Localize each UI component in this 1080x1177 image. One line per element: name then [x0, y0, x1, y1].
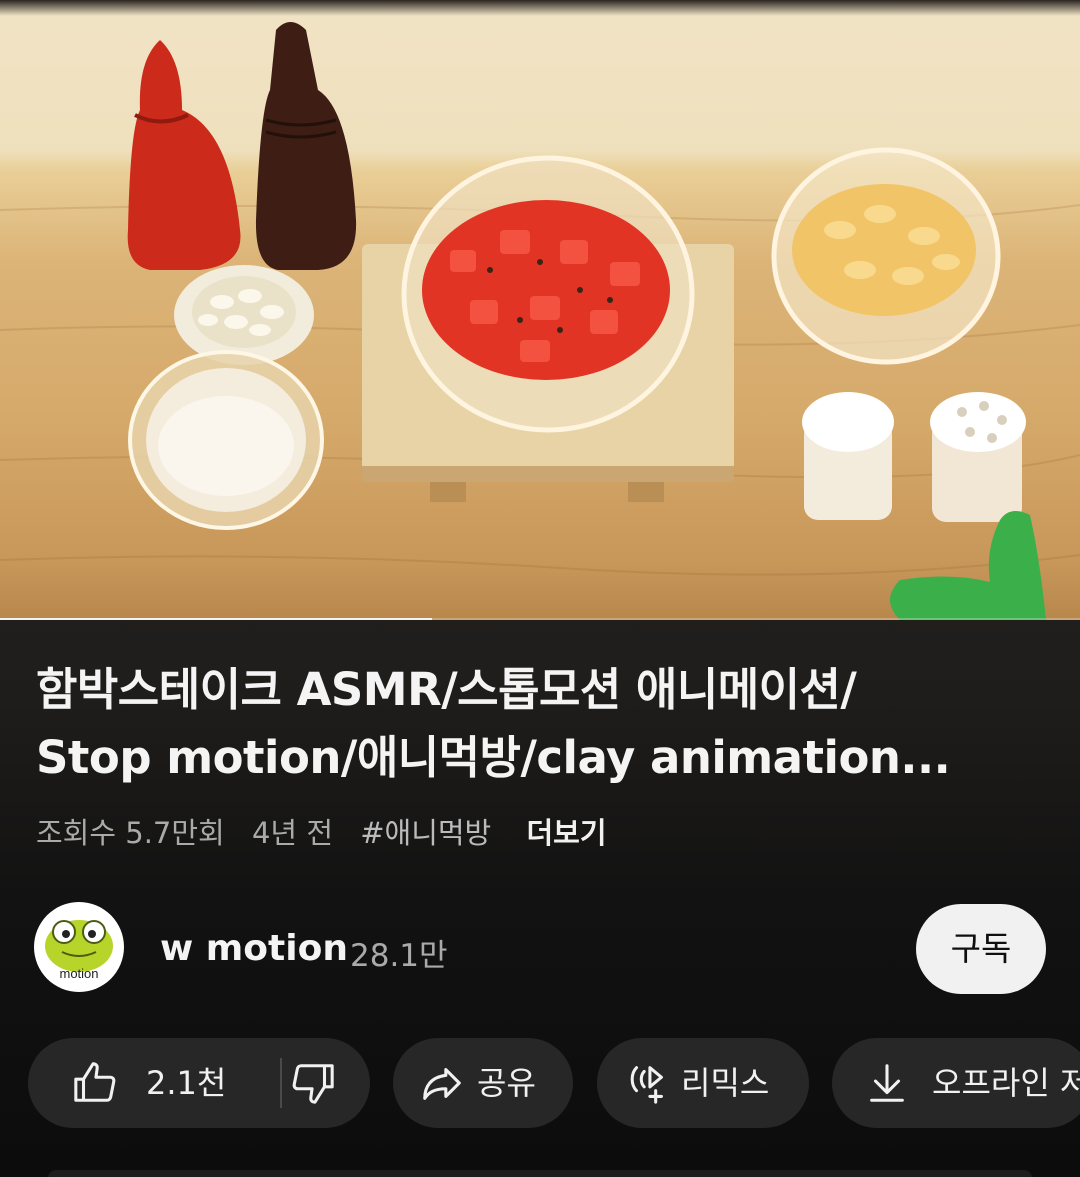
thumbs-up-icon	[74, 1062, 116, 1102]
dislike-button[interactable]	[282, 1038, 370, 1128]
remix-label: 리믹스	[681, 1064, 770, 1102]
hashtag-link[interactable]: #애니먹방	[360, 816, 491, 850]
share-label: 공유	[477, 1064, 536, 1102]
channel-name[interactable]: w motion	[160, 928, 348, 969]
more-button[interactable]: 더보기	[526, 816, 606, 850]
like-button[interactable]: 2.1천	[28, 1038, 278, 1128]
video-watch-page: 함박스테이크 ASMR/스톱모션 애니메이션/ Stop motion/애니먹방…	[0, 0, 1080, 1177]
video-title-line-1: 함박스테이크 ASMR/스톱모션 애니메이션/	[36, 663, 857, 716]
avatar-logo-text: motion	[59, 966, 99, 981]
download-icon	[870, 1064, 904, 1102]
download-label: 오프라인 저	[932, 1064, 1080, 1102]
share-arrow-icon	[423, 1068, 461, 1100]
subscribe-button[interactable]: 구독	[916, 904, 1046, 994]
thumbs-down-icon	[292, 1064, 334, 1104]
remix-button[interactable]: 리믹스	[597, 1038, 809, 1128]
share-button[interactable]: 공유	[393, 1038, 573, 1128]
download-button[interactable]: 오프라인 저	[832, 1038, 1080, 1128]
video-title[interactable]: 함박스테이크 ASMR/스톱모션 애니메이션/ Stop motion/애니먹방…	[36, 656, 1046, 792]
remix-icon	[630, 1066, 663, 1104]
upload-age: 4년 전	[251, 816, 333, 850]
next-section-edge	[48, 1170, 1032, 1177]
subscriber-count: 28.1만	[350, 938, 448, 974]
view-count: 조회수 5.7만회	[36, 816, 225, 850]
video-title-line-2: Stop motion/애니먹방/clay animation...	[36, 731, 951, 784]
video-frame	[0, 22, 1080, 620]
video-metadata[interactable]: 조회수 5.7만회 4년 전 #애니먹방 더보기	[36, 810, 625, 852]
like-dislike-chip: 2.1천	[28, 1038, 370, 1128]
video-progress-bar[interactable]	[0, 618, 1080, 620]
video-player[interactable]	[0, 0, 1080, 620]
like-count: 2.1천	[146, 1064, 227, 1102]
channel-avatar[interactable]: motion	[34, 902, 124, 992]
video-progress-fill	[0, 618, 432, 620]
